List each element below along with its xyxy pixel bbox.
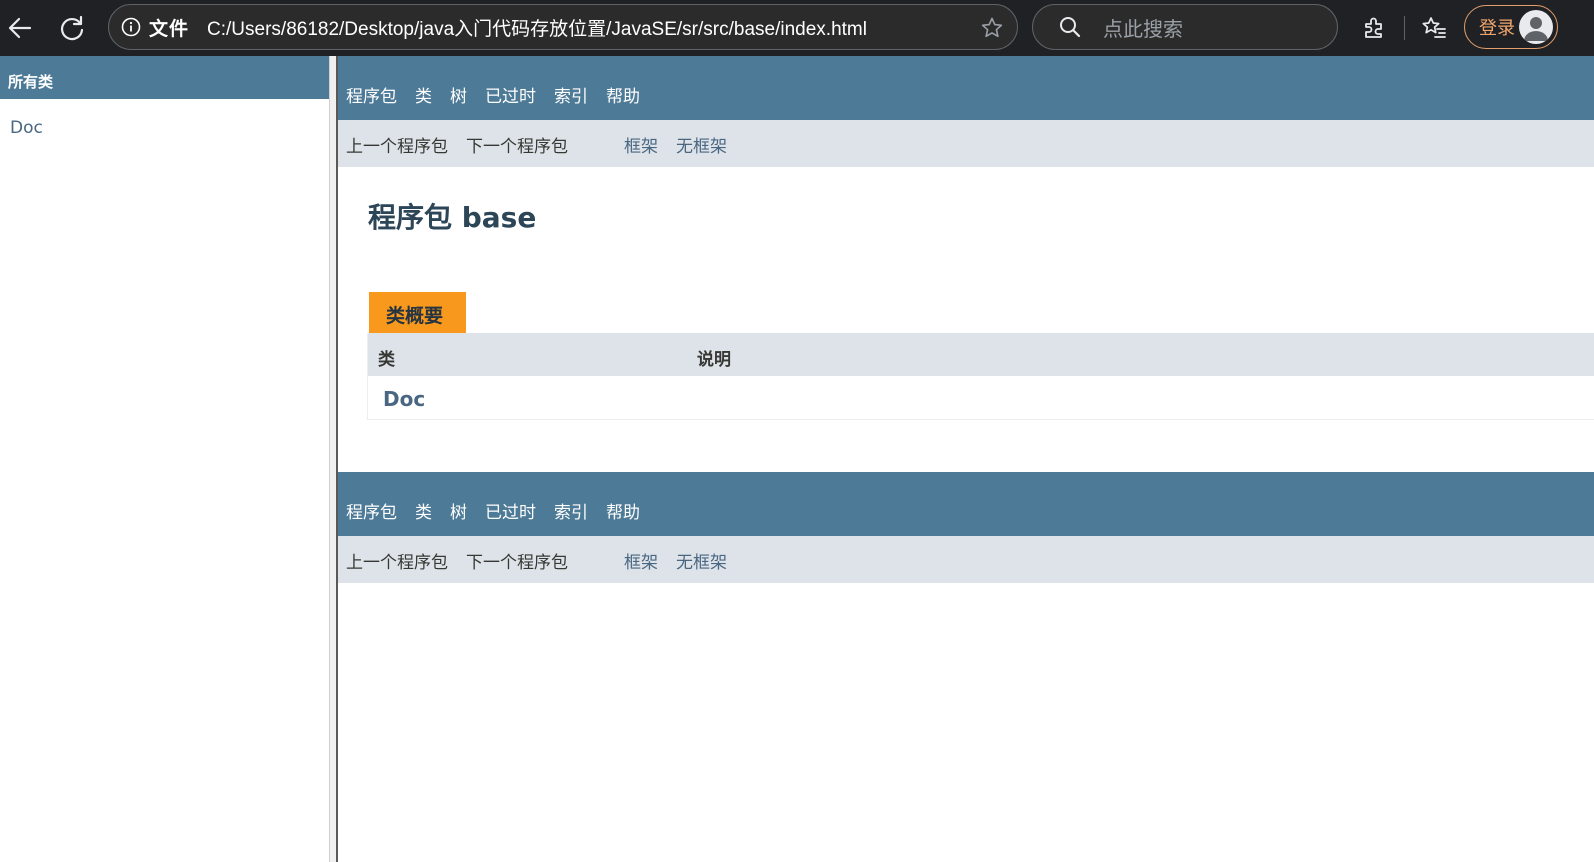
reload-icon bbox=[60, 15, 84, 41]
bottom-subnav: 上一个程序包 下一个程序包 框架 无框架 bbox=[338, 536, 1594, 583]
package-frame: 程序包 类 树 已过时 索引 帮助 上一个程序包 下一个程序包 框架 无框架 程… bbox=[338, 56, 1594, 862]
browser-toolbar: 文件 C:/Users/86182/Desktop/java入门代码存放位置/J… bbox=[0, 0, 1594, 56]
extensions-button[interactable] bbox=[1358, 12, 1390, 44]
nav-tree[interactable]: 树 bbox=[450, 82, 467, 107]
login-label: 登录 bbox=[1479, 18, 1515, 39]
login-button[interactable]: 登录 bbox=[1464, 5, 1558, 49]
nav-tree[interactable]: 树 bbox=[450, 498, 467, 523]
nav-deprecated[interactable]: 已过时 bbox=[485, 498, 536, 523]
reload-button[interactable] bbox=[54, 10, 90, 46]
nav-deprecated[interactable]: 已过时 bbox=[485, 82, 536, 107]
file-scheme-label: 文件 bbox=[149, 17, 190, 40]
next-package-label: 下一个程序包 bbox=[466, 553, 568, 573]
nav-package[interactable]: 程序包 bbox=[346, 82, 397, 107]
search-placeholder: 点此搜索 bbox=[1103, 16, 1183, 41]
table-row: Doc bbox=[368, 376, 1594, 420]
all-classes-frame: 所有类 Doc bbox=[0, 56, 329, 862]
prev-package-label: 上一个程序包 bbox=[346, 137, 448, 157]
column-header-description: 说明 bbox=[697, 350, 731, 370]
nav-class[interactable]: 类 bbox=[415, 498, 432, 523]
subnav-spacer bbox=[586, 548, 624, 573]
bottom-navbar: 程序包 类 树 已过时 索引 帮助 bbox=[338, 472, 1594, 536]
no-frames-link[interactable]: 无框架 bbox=[676, 548, 727, 573]
top-navbar: 程序包 类 树 已过时 索引 帮助 bbox=[338, 56, 1594, 120]
frames-link[interactable]: 框架 bbox=[624, 548, 658, 573]
nav-help[interactable]: 帮助 bbox=[606, 82, 640, 107]
back-button[interactable] bbox=[2, 10, 38, 46]
no-frames-link[interactable]: 无框架 bbox=[676, 132, 727, 157]
nav-package[interactable]: 程序包 bbox=[346, 498, 397, 523]
frames-link[interactable]: 框架 bbox=[624, 132, 658, 157]
top-subnav: 上一个程序包 下一个程序包 框架 无框架 bbox=[338, 120, 1594, 167]
nav-class[interactable]: 类 bbox=[415, 82, 432, 107]
class-summary-table: 类 说明 Doc bbox=[367, 333, 1594, 420]
bookmark-star-button[interactable] bbox=[979, 15, 1005, 41]
table-header-row: 类 说明 bbox=[368, 333, 1594, 376]
search-box[interactable]: 点此搜索 bbox=[1032, 4, 1338, 50]
extensions-icon bbox=[1365, 17, 1382, 38]
url-text[interactable]: C:/Users/86182/Desktop/java入门代码存放位置/Java… bbox=[207, 14, 867, 41]
subnav-spacer bbox=[586, 132, 624, 157]
favorites-button[interactable] bbox=[1418, 12, 1450, 44]
page-title: 程序包 base bbox=[368, 201, 537, 234]
prev-package-label: 上一个程序包 bbox=[346, 553, 448, 573]
back-arrow-icon bbox=[8, 17, 32, 39]
class-link-doc-table[interactable]: Doc bbox=[383, 387, 425, 411]
class-summary-caption: 类概要 bbox=[369, 292, 466, 333]
all-classes-heading: 所有类 bbox=[0, 56, 329, 99]
address-bar[interactable]: 文件 C:/Users/86182/Desktop/java入门代码存放位置/J… bbox=[108, 4, 1018, 50]
class-link-doc[interactable]: Doc bbox=[10, 118, 43, 138]
nav-index[interactable]: 索引 bbox=[554, 82, 588, 107]
next-package-label: 下一个程序包 bbox=[466, 137, 568, 157]
toolbar-divider bbox=[1404, 16, 1405, 40]
column-header-class: 类 bbox=[378, 350, 395, 370]
favorites-icon bbox=[1422, 17, 1446, 38]
nav-help[interactable]: 帮助 bbox=[606, 498, 640, 523]
star-icon bbox=[981, 17, 1003, 38]
search-icon bbox=[1057, 14, 1083, 40]
user-avatar-icon bbox=[1519, 10, 1553, 44]
nav-index[interactable]: 索引 bbox=[554, 498, 588, 523]
frame-splitter[interactable] bbox=[329, 56, 338, 862]
info-icon[interactable] bbox=[121, 17, 141, 37]
